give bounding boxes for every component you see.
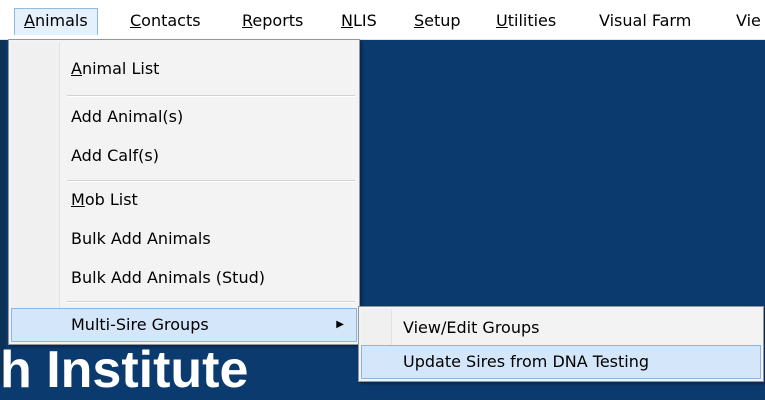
menu-item-mob-list[interactable]: Mob List: [11, 183, 357, 217]
menu-setup[interactable]: Setup: [405, 8, 470, 35]
animals-dropdown-menu: Animal List Add Animal(s) Add Calf(s) Mo…: [8, 39, 360, 345]
menu-item-add-animals[interactable]: Add Animal(s): [11, 100, 357, 134]
menu-utilities[interactable]: Utilities: [487, 8, 565, 35]
menu-item-bulk-add-animals[interactable]: Bulk Add Animals: [11, 222, 357, 256]
multi-sire-groups-submenu: View/Edit Groups Update Sires from DNA T…: [358, 306, 764, 382]
menu-reports[interactable]: Reports: [233, 8, 312, 35]
menu-animals[interactable]: Animals: [14, 8, 98, 35]
menu-separator: [67, 95, 355, 97]
menu-item-add-calfs[interactable]: Add Calf(s): [11, 139, 357, 173]
menu-separator: [67, 180, 355, 182]
menu-item-multi-sire-groups-label: Multi-Sire Groups: [71, 315, 209, 334]
window-left-edge: [0, 40, 6, 385]
menu-item-multi-sire-groups[interactable]: Multi-Sire Groups ▶: [11, 308, 357, 342]
menu-item-bulk-add-animals-stud[interactable]: Bulk Add Animals (Stud): [11, 261, 357, 295]
background-heading: h Institute: [0, 341, 249, 399]
menu-item-animal-list[interactable]: Animal List: [11, 52, 357, 86]
menu-view[interactable]: Vie: [727, 8, 765, 35]
menu-item-view-edit-groups[interactable]: View/Edit Groups: [361, 311, 761, 345]
menu-separator: [67, 301, 355, 303]
menu-item-update-sires-dna[interactable]: Update Sires from DNA Testing: [361, 345, 761, 379]
menu-nlis[interactable]: NLIS: [332, 8, 386, 35]
menu-visual-farm[interactable]: Visual Farm: [590, 8, 700, 35]
menu-bar: Animals Contacts Reports NLIS Setup Util…: [0, 0, 765, 40]
menu-contacts[interactable]: Contacts: [121, 8, 210, 35]
submenu-arrow-icon: ▶: [336, 319, 344, 330]
